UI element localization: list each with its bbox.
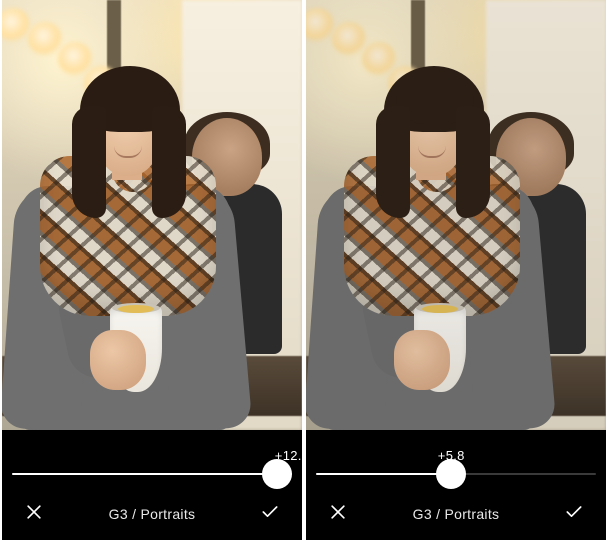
photo-preview: [2, 0, 302, 430]
filter-name-label: G3 / Portraits: [413, 506, 500, 522]
slider-track-fill: [316, 473, 451, 475]
filter-controls: +12.0 G3 / Portraits: [2, 430, 302, 540]
check-icon: [260, 502, 280, 527]
cancel-button[interactable]: [20, 500, 48, 528]
editor-panel-left: +12.0 G3 / Portraits: [2, 0, 302, 540]
close-icon: [24, 502, 44, 527]
action-bar: G3 / Portraits: [306, 488, 606, 540]
cancel-button[interactable]: [324, 500, 352, 528]
slider-thumb[interactable]: [436, 459, 466, 489]
slider-track-fill: [12, 473, 292, 475]
filter-name-label: G3 / Portraits: [109, 506, 196, 522]
slider-thumb[interactable]: [262, 459, 292, 489]
confirm-button[interactable]: [256, 500, 284, 528]
photo-preview: [306, 0, 606, 430]
action-bar: G3 / Portraits: [2, 488, 302, 540]
check-icon: [564, 502, 584, 527]
filter-controls: +5.8 G3 / Portraits: [306, 430, 606, 540]
filter-intensity-slider[interactable]: +5.8: [316, 460, 596, 488]
close-icon: [328, 502, 348, 527]
editor-panel-right: +5.8 G3 / Portraits: [306, 0, 606, 540]
comparison-stage: +12.0 G3 / Portraits: [0, 0, 608, 540]
filter-intensity-slider[interactable]: +12.0: [12, 460, 292, 488]
confirm-button[interactable]: [560, 500, 588, 528]
